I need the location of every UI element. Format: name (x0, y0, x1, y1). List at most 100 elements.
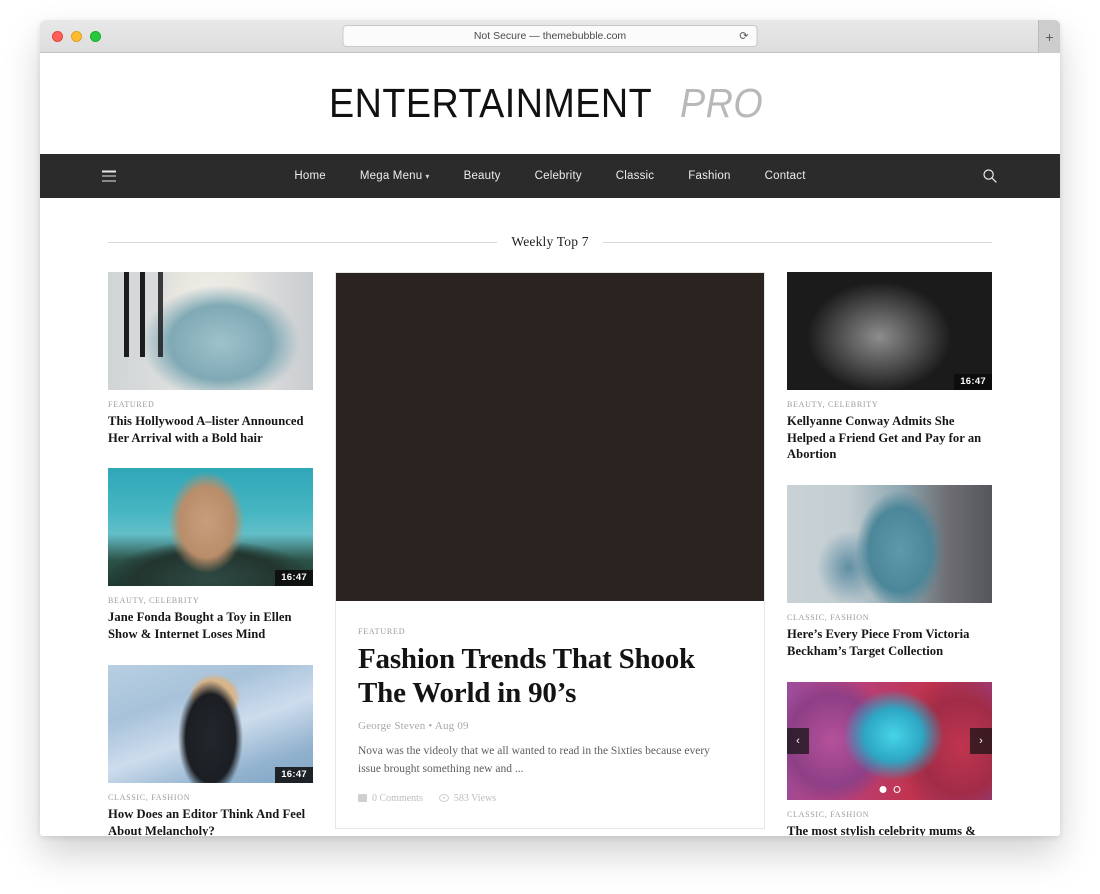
nav-menu: Home Mega Menu ▾ Beauty Celebrity Classic… (277, 154, 822, 199)
article-card[interactable]: CLASSIC, FASHION Here’s Every Piece From… (787, 485, 992, 659)
comment-icon (358, 794, 367, 803)
article-title[interactable]: The most stylish celebrity mums & daught… (787, 823, 992, 836)
article-thumbnail[interactable]: 16:47 (787, 272, 992, 390)
section-title: Weekly Top 7 (511, 234, 589, 249)
article-image (787, 272, 992, 390)
article-title[interactable]: How Does an Editor Think And Feel About … (108, 806, 313, 836)
article-category[interactable]: CLASSIC, FASHION (787, 810, 992, 819)
search-icon[interactable] (982, 168, 998, 184)
article-card-carousel[interactable]: ‹ › CLASSIC, FASHION The most stylish ce… (787, 681, 992, 836)
nav-link-home[interactable]: Home (277, 154, 342, 198)
browser-titlebar: Not Secure — themebubble.com ⟳ + (40, 20, 1060, 53)
article-card[interactable]: 16:47 BEAUTY, CELEBRITY Jane Fonda Bough… (108, 468, 313, 642)
featured-article-title[interactable]: Fashion Trends That Shook The World in 9… (358, 643, 742, 710)
chevron-right-icon[interactable]: › (970, 727, 992, 754)
window-controls[interactable] (52, 30, 101, 42)
address-bar[interactable]: Not Secure — themebubble.com ⟳ (342, 25, 758, 47)
chevron-down-icon: ▾ (425, 171, 430, 181)
featured-article-body: FEATURED Fashion Trends That Shook The W… (336, 601, 764, 828)
close-window-button[interactable] (52, 30, 63, 42)
article-card[interactable]: 16:47 BEAUTY, CELEBRITY Kellyanne Conway… (787, 272, 992, 463)
articles-grid: FEATURED This Hollywood A–lister Announc… (108, 272, 992, 836)
featured-article-image-wrap[interactable] (336, 273, 764, 601)
nav-link-contact[interactable]: Contact (748, 154, 823, 198)
article-image (787, 485, 992, 604)
article-thumbnail[interactable]: 16:47 (108, 468, 313, 587)
article-card[interactable]: FEATURED This Hollywood A–lister Announc… (108, 272, 313, 446)
comments-count-label: 0 Comments (372, 792, 423, 804)
article-category[interactable]: BEAUTY, CELEBRITY (108, 596, 313, 605)
site-logo[interactable]: ENTERTAINMENT PRO (329, 80, 771, 127)
video-duration-badge: 16:47 (275, 570, 313, 587)
article-category[interactable]: CLASSIC, FASHION (108, 793, 313, 802)
right-column: 16:47 BEAUTY, CELEBRITY Kellyanne Conway… (787, 272, 992, 836)
featured-article-byline: George Steven • Aug 09 (358, 720, 742, 732)
new-tab-label: + (1045, 28, 1054, 45)
carousel-next-label: › (979, 734, 983, 747)
reload-icon[interactable]: ⟳ (739, 30, 748, 43)
new-tab-button[interactable]: + (1038, 20, 1060, 53)
page-content: Weekly Top 7 FEATURED This Hollywood A–l… (40, 198, 1060, 836)
article-title[interactable]: Kellyanne Conway Admits She Helped a Fri… (787, 413, 992, 463)
views-count-label: 583 Views (453, 792, 497, 804)
nav-link-beauty[interactable]: Beauty (447, 154, 518, 198)
nav-link-celebrity[interactable]: Celebrity (518, 154, 599, 198)
article-thumbnail[interactable]: 16:47 (108, 664, 313, 783)
views-count: 583 Views (438, 792, 497, 804)
maximize-window-button[interactable] (90, 30, 101, 42)
article-card[interactable]: 16:47 CLASSIC, FASHION How Does an Edito… (108, 664, 313, 836)
hamburger-icon[interactable] (102, 170, 116, 182)
section-heading: Weekly Top 7 (108, 234, 993, 250)
carousel-pagination (879, 785, 900, 793)
byline-separator: • (428, 720, 433, 733)
carousel-prev-label: ‹ (796, 734, 800, 747)
nav-link-mega-menu[interactable]: Mega Menu ▾ (343, 154, 447, 199)
article-thumbnail[interactable] (787, 485, 992, 604)
site-header: ENTERTAINMENT PRO (40, 53, 1060, 154)
divider-right (602, 241, 993, 243)
left-column: FEATURED This Hollywood A–lister Announc… (108, 272, 313, 836)
carousel-dot[interactable] (893, 785, 900, 793)
featured-article-excerpt: Nova was the videoly that we all wanted … (358, 745, 710, 776)
video-duration-badge: 16:47 (275, 766, 313, 783)
article-category[interactable]: CLASSIC, FASHION (787, 613, 992, 622)
nav-link-mega-menu-label: Mega Menu (359, 169, 423, 182)
featured-article-meta: 0 Comments 583 Views (358, 793, 742, 804)
article-thumbnail[interactable] (108, 272, 313, 390)
logo-main-text: ENTERTAINMENT (329, 80, 653, 126)
browser-window: Not Secure — themebubble.com ⟳ + ENTERTA… (40, 20, 1060, 836)
divider-left (108, 241, 498, 243)
author-name[interactable]: George Steven (358, 720, 425, 732)
article-title[interactable]: Jane Fonda Bought a Toy in Ellen Show & … (108, 609, 313, 642)
carousel-dot-active[interactable] (879, 785, 886, 793)
featured-article-category[interactable]: FEATURED (358, 627, 742, 636)
comments-count[interactable]: 0 Comments (358, 793, 423, 804)
chevron-left-icon[interactable]: ‹ (787, 727, 809, 754)
article-title[interactable]: Here’s Every Piece From Victoria Beckham… (787, 626, 992, 659)
article-title[interactable]: This Hollywood A–lister Announced Her Ar… (108, 413, 313, 446)
nav-link-classic[interactable]: Classic (599, 154, 671, 198)
article-image (108, 468, 313, 587)
nav-item-mega-menu[interactable]: Mega Menu ▾ (343, 154, 447, 199)
minimize-window-button[interactable] (71, 30, 82, 42)
eye-icon (438, 793, 449, 803)
nav-item-classic[interactable]: Classic (599, 154, 671, 198)
nav-link-fashion[interactable]: Fashion (671, 154, 747, 198)
website-viewport: ENTERTAINMENT PRO Home Mega Menu ▾ Beauty (40, 53, 1060, 836)
featured-article[interactable]: FEATURED Fashion Trends That Shook The W… (335, 272, 765, 829)
nav-item-celebrity[interactable]: Celebrity (518, 154, 599, 198)
carousel-thumbnail[interactable]: ‹ › (787, 681, 992, 800)
nav-item-home[interactable]: Home (277, 154, 342, 198)
publish-date: Aug 09 (434, 720, 469, 733)
video-duration-badge: 16:47 (954, 374, 992, 390)
article-category[interactable]: FEATURED (108, 400, 313, 409)
nav-item-fashion[interactable]: Fashion (671, 154, 747, 198)
article-category[interactable]: BEAUTY, CELEBRITY (787, 400, 992, 409)
article-image (108, 664, 313, 783)
article-image (787, 681, 992, 800)
nav-item-beauty[interactable]: Beauty (447, 154, 518, 198)
nav-item-contact[interactable]: Contact (748, 154, 823, 198)
article-image (108, 272, 313, 390)
address-bar-text: Not Secure — themebubble.com (473, 30, 627, 42)
logo-sub-text: PRO (680, 80, 764, 126)
